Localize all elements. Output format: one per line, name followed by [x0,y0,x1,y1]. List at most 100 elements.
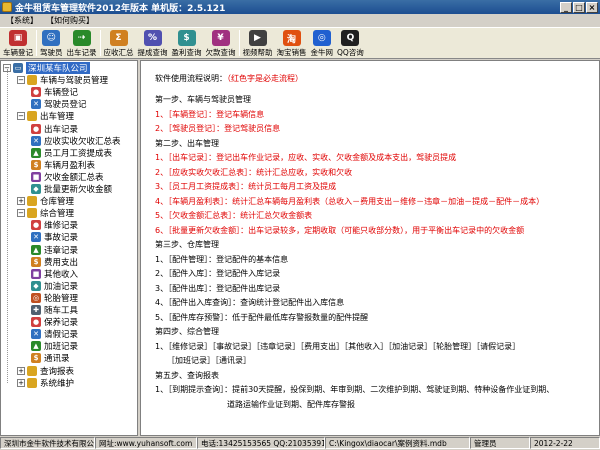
taobao-icon: 淘 [282,30,301,46]
tree-item-label: 批量更新欠收金额 [44,185,113,195]
folder-icon [27,365,37,376]
toolbar-button-label: QQ咨询 [337,48,364,57]
status-phone: 电话:13425153565 QQ:21035391 [197,437,325,449]
collapse-icon[interactable]: − [17,76,25,85]
tree-item[interactable]: ▲ 员工月工资提成表 [31,147,112,159]
toolbar-button-4[interactable]: % 提成查询 [136,27,170,58]
tree-item[interactable]: ✕ 事故记录 [31,231,78,243]
tree-item-label: 深圳某车队公司 [26,62,90,74]
tree-item-label: 费用支出 [44,257,79,268]
guide-line: 1、［出车记录］：登记出车作业记录，应收、实收、欠收金额及成本支出，驾驶员提成 [155,153,457,162]
tree-item[interactable]: ● 保养记录 [31,316,78,328]
tree-item[interactable]: ✕ 应收实收欠收汇总表 [31,135,121,147]
collapse-icon[interactable]: − [17,209,25,218]
toolbar-button-2[interactable]: ⇢ 出车记录 [65,27,99,58]
tree-group-0[interactable]: − 车辆与驾驶员管理 [17,74,108,86]
guide-line: 第三步、仓库管理 [155,240,219,249]
tree-item[interactable]: ● 维修记录 [31,219,78,231]
maximize-button[interactable]: □ [573,1,585,13]
driver-icon: ☺ [42,30,61,46]
toolbar-button-0[interactable]: ▣ 车辆登记 [1,27,35,58]
guide-line: 第二步、出车管理 [155,138,219,148]
window-title: 金牛租赁车管理软件2012年版本 单机版：2.5.121 [15,3,226,14]
folder-icon [27,196,37,207]
navigation-tree[interactable]: − ▭ 深圳某车队公司 − 车辆与驾驶员管理 ● 车辆登记 ✕ 驾驶员登记 − 出车管理 ● 出车记录 ✕… [0,60,138,436]
expand-icon[interactable]: + [17,378,25,387]
status-company: 深圳市金牛软件技术有限公司 [0,437,95,449]
profit-icon: $ [177,30,196,46]
tree-item[interactable]: ● 出车记录 [31,123,78,135]
module-icon: ▲ [31,147,41,158]
guide-line: 6、［批量更新欠收金额］：出车记录较多，定期收取（可能只收部分数），用于平衡出车… [155,225,525,235]
expand-icon[interactable]: + [17,366,25,375]
tree-group-2[interactable]: + 仓库管理 [17,195,74,207]
tree-item[interactable]: $ 车辆月盈利表 [31,159,95,171]
toolbar-button-label: 驾驶员 [40,48,63,57]
tree-item-label: 违章记录 [44,245,79,256]
close-button[interactable]: × [586,1,598,13]
minimize-button[interactable]: _ [560,1,572,13]
collapse-icon[interactable]: − [17,112,25,121]
debt-icon: ¥ [211,30,230,46]
module-icon: ✕ [31,99,41,110]
tree-group-1[interactable]: − 出车管理 [17,110,74,122]
module-icon: ● [31,317,41,328]
tree-item[interactable]: ◎ 轮胎管理 [31,292,78,304]
guide-line: 3、［员工月工资提成表］：统计员工每月工资及提成 [155,182,337,191]
tree-group-5[interactable]: + 系统维护 [17,377,74,389]
car-icon: ▣ [9,30,27,46]
toolbar-button-1[interactable]: ☺ 驾驶员 [38,27,65,58]
tree-item-label: 事故记录 [44,233,79,244]
guide-panel: 软件使用流程说明：（红色字是必走流程） 第一步、车辆与驾驶员管理 1、［车辆登记］… [140,60,600,436]
guide-line: 5、［欠收金额汇总表］：统计汇总欠收金额表 [155,211,313,220]
toolbar-button-10[interactable]: Q QQ咨询 [335,27,366,58]
tree-item[interactable]: ◆ 加油记录 [31,280,78,292]
module-icon: ▲ [31,341,41,352]
tree-item-label: 维修记录 [44,221,79,232]
guide-line: 2、［应收实收欠收汇总表］：统计汇总应收，实收和欠收 [155,167,353,177]
toolbar-button-8[interactable]: 淘淘宝销售 [275,27,309,58]
guide-line: 1、［配件管理］：登记配件的基本信息 [155,254,289,264]
guide-line: 4、［配件出入库查询］：查询统计登记配件出入库信息 [155,298,345,307]
tree-item-label: 欠收金额汇总表 [44,172,104,183]
tree-item-label: 系统维护 [40,378,75,389]
tree-item-label: 轮胎管理 [44,293,79,304]
video-icon: ▶ [248,30,267,46]
tree-item[interactable]: ✕ 驾驶员登记 [31,98,87,110]
tree-item-label: 加油记录 [44,281,79,292]
tree-item[interactable]: ◆ 批量更新欠收金额 [31,183,112,195]
tree-item[interactable]: ● 车辆登记 [31,86,78,98]
toolbar-button-9[interactable]: ◎ 金牛网 [309,27,336,58]
toolbar-button-label: 提成查询 [137,48,168,57]
tree-group-4[interactable]: + 查询报表 [17,365,74,377]
tree-group-3[interactable]: − 综合管理 [17,207,74,219]
tree-root[interactable]: − ▭ 深圳某车队公司 [3,62,90,74]
module-icon: ✚ [31,305,41,315]
guide-line: 第五步、查询报表 [155,370,219,380]
tree-item[interactable]: ■ 欠收金额汇总表 [31,171,104,183]
tree-item[interactable]: ■ 其他收入 [31,268,78,280]
tree-item[interactable]: $ 费用支出 [31,256,78,268]
tree-item[interactable]: ✚ 随车工具 [31,304,78,316]
toolbar-button-label: 车辆登记 [3,48,33,57]
guide-line: 1、［到期提示查询］：提前30天提醒，投保到期、年审到期、二次维护到期、驾驶证到… [155,385,555,394]
tree-item-label: 加班记录 [44,342,79,353]
tree-item[interactable]: ✕ 请假记录 [31,328,78,340]
guide-line: 第一步、车辆与驾驶员管理 [155,95,251,104]
toolbar-button-6[interactable]: ¥ 欠款查询 [204,27,238,58]
guide-line: 1、［车辆登记］：登记车辆信息 [155,109,265,119]
menu-system[interactable]: 【系统】 [2,15,42,26]
toolbar-button-7[interactable]: ▶ 视频帮助 [241,27,275,58]
tree-item[interactable]: $ 通讯录 [31,352,70,364]
folder-icon [27,111,37,122]
toolbar-button-label: 盈利查询 [171,48,202,57]
tree-item[interactable]: ▲ 加班记录 [31,340,78,352]
toolbar-button-3[interactable]: Σ 应收汇总 [102,27,136,58]
toolbar-separator [99,30,101,56]
tree-item[interactable]: ▲ 违章记录 [31,244,78,256]
expand-icon[interactable]: + [17,197,25,206]
menu-how-to-buy[interactable]: 【如何购买】 [42,15,98,26]
tree-item-label: 车辆与驾驶员管理 [40,76,109,87]
guide-line: ［加班记录］［通讯录］ [155,356,251,365]
toolbar-button-5[interactable]: $ 盈利查询 [170,27,204,58]
